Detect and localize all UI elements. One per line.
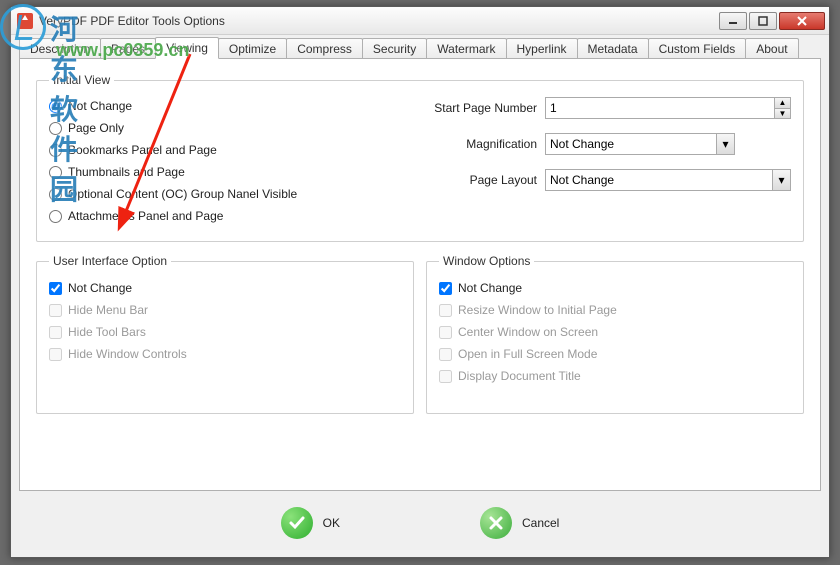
initial-view-radio[interactable]: Optional Content (OC) Group Nanel Visibl… [49,187,297,201]
magnification-label: Magnification [409,137,537,151]
tab-custom-fields[interactable]: Custom Fields [648,38,747,58]
checkbox-label: Resize Window to Initial Page [458,303,617,317]
option-checkbox: Hide Menu Bar [49,303,148,317]
page-layout-combo[interactable]: Not Change ▾ [545,169,791,191]
checkbox-label: Display Document Title [458,369,581,383]
tab-security[interactable]: Security [362,38,427,58]
window-title: VeryPDF PDF Editor Tools Options [39,14,717,28]
tab-pages[interactable]: Pages [100,38,156,58]
app-window: VeryPDF PDF Editor Tools Options Descrip… [10,6,830,558]
checkbox-label: Not Change [68,281,132,295]
close-button[interactable] [779,12,825,30]
tab-watermark[interactable]: Watermark [426,38,506,58]
radio-label: Thumbnails and Page [68,165,185,179]
page-layout-value: Not Change [546,173,772,187]
minimize-button[interactable] [719,12,747,30]
tabstrip: DescriptionPagesViewingOptimizeCompressS… [19,37,821,59]
radio-label: Not Change [68,99,132,113]
tab-hyperlink[interactable]: Hyperlink [506,38,578,58]
option-checkbox: Display Document Title [439,369,581,383]
chevron-down-icon[interactable]: ▾ [716,134,734,154]
initial-view-legend: Initial View [49,73,114,87]
option-checkbox: Hide Window Controls [49,347,187,361]
tab-compress[interactable]: Compress [286,38,363,58]
window-option-legend: Window Options [439,254,534,268]
checkbox-label: Hide Menu Bar [68,303,148,317]
spin-down-icon[interactable]: ▼ [775,109,790,119]
option-checkbox[interactable]: Not Change [439,281,522,295]
start-page-label: Start Page Number [409,101,537,115]
option-checkbox: Open in Full Screen Mode [439,347,597,361]
tab-optimize[interactable]: Optimize [218,38,287,58]
radio-label: Page Only [68,121,124,135]
tab-about[interactable]: About [745,38,798,58]
start-page-spinner[interactable]: ▲▼ [545,97,791,119]
initial-view-radio[interactable]: Thumbnails and Page [49,165,185,179]
magnification-combo[interactable]: Not Change ▾ [545,133,735,155]
checkbox-label: Center Window on Screen [458,325,598,339]
option-checkbox: Resize Window to Initial Page [439,303,617,317]
tab-viewing[interactable]: Viewing [155,37,219,59]
window-option-group: Window Options Not Change Resize Window t… [426,254,804,414]
initial-view-radio[interactable]: Page Only [49,121,124,135]
tab-metadata[interactable]: Metadata [577,38,649,58]
initial-view-radio[interactable]: Not Change [49,99,132,113]
radio-label: Bookmarks Panel and Page [68,143,217,157]
magnification-value: Not Change [546,137,716,151]
checkbox-label: Hide Tool Bars [68,325,146,339]
radio-label: Optional Content (OC) Group Nanel Visibl… [68,187,297,201]
initial-view-radio[interactable]: Bookmarks Panel and Page [49,143,217,157]
page-layout-label: Page Layout [409,173,537,187]
checkbox-label: Not Change [458,281,522,295]
cancel-label: Cancel [522,516,559,530]
ok-label: OK [323,516,340,530]
cross-icon [480,507,512,539]
cancel-button[interactable]: Cancel [480,507,559,539]
ui-option-group: User Interface Option Not Change Hide Men… [36,254,414,414]
check-icon [281,507,313,539]
option-checkbox: Hide Tool Bars [49,325,146,339]
dialog-buttons: OK Cancel [19,491,821,539]
chevron-down-icon[interactable]: ▾ [772,170,790,190]
initial-view-radios: Not Change Page Only Bookmarks Panel and P… [49,97,389,229]
radio-label: Attachments Panel and Page [68,209,223,223]
initial-view-radio[interactable]: Attachments Panel and Page [49,209,223,223]
checkbox-label: Open in Full Screen Mode [458,347,597,361]
tab-viewing-page: Initial View Not Change Page Only Bookmark… [19,59,821,491]
checkbox-label: Hide Window Controls [68,347,187,361]
ui-option-legend: User Interface Option [49,254,171,268]
maximize-button[interactable] [749,12,777,30]
option-checkbox: Center Window on Screen [439,325,598,339]
app-icon [17,13,33,29]
titlebar: VeryPDF PDF Editor Tools Options [11,7,829,35]
initial-view-group: Initial View Not Change Page Only Bookmark… [36,73,804,242]
ok-button[interactable]: OK [281,507,340,539]
option-checkbox[interactable]: Not Change [49,281,132,295]
start-page-input[interactable] [546,98,774,118]
client-area: DescriptionPagesViewingOptimizeCompressS… [11,35,829,539]
spin-up-icon[interactable]: ▲ [775,98,790,109]
tab-description[interactable]: Description [19,38,101,58]
